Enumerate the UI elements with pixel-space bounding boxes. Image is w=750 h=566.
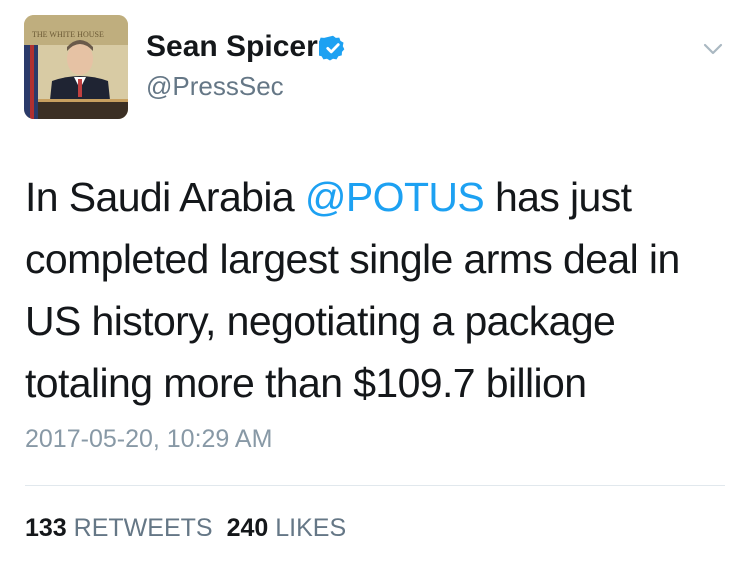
retweets-label[interactable]: RETWEETS	[74, 514, 213, 542]
timestamp[interactable]: 2017-05-20, 10:29 AM	[25, 423, 272, 455]
likes-label[interactable]: LIKES	[275, 514, 346, 542]
likes-count[interactable]: 240	[227, 514, 269, 542]
avatar-photo: THE WHITE HOUSE	[24, 15, 128, 119]
svg-text:THE WHITE HOUSE: THE WHITE HOUSE	[32, 30, 104, 39]
divider	[25, 485, 725, 486]
author-handle[interactable]: @PressSec	[146, 71, 284, 101]
tweet-text: In Saudi Arabia @POTUS has just complete…	[25, 166, 725, 414]
verified-badge-icon	[319, 35, 345, 61]
avatar[interactable]: THE WHITE HOUSE	[24, 15, 128, 119]
mention-link[interactable]: @POTUS	[305, 174, 485, 220]
retweets-count[interactable]: 133	[25, 514, 67, 542]
tweet-text-start: In Saudi Arabia	[25, 174, 305, 220]
chevron-down-icon[interactable]	[700, 36, 726, 62]
author-name[interactable]: Sean Spicer	[146, 29, 318, 65]
tweet-card: THE WHITE HOUSE Sean Spicer @PressSec In…	[0, 0, 750, 566]
engagement-stats: 133 RETWEETS 240 LIKES	[25, 512, 346, 544]
